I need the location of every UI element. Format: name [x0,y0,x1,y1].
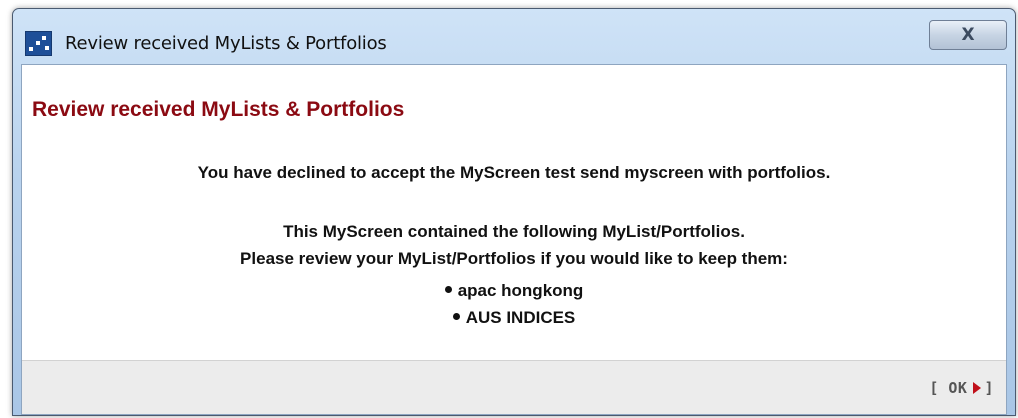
review-message: Please review your MyList/Portfolios if … [240,249,788,268]
title-bar[interactable]: Review received MyLists & Portfolios X [13,9,1015,65]
bullet-icon [452,313,460,321]
dialog-body: Review received MyLists & Portfolios You… [21,64,1007,415]
portfolio-list: apac hongkong AUS INDICES [22,277,1006,331]
ok-button[interactable]: [ OK] [929,379,994,397]
dialog-window: Review received MyLists & Portfolios X R… [12,8,1016,416]
button-bar: [ OK] [22,360,1006,414]
bullet-icon [444,286,452,294]
app-window-icon [25,31,52,56]
list-item: apac hongkong [22,277,1006,304]
contained-message: This MyScreen contained the following My… [283,222,745,241]
portfolio-name: apac hongkong [457,281,584,300]
ok-label: OK [948,379,968,397]
triangle-right-icon [973,381,982,394]
close-icon: X [961,25,975,45]
portfolio-name: AUS INDICES [465,308,576,327]
declined-message: You have declined to accept the MyScreen… [197,163,831,182]
list-item: AUS INDICES [22,304,1006,331]
dialog-heading: Review received MyLists & Portfolios [32,98,405,121]
ok-bracket-close: ] [984,379,994,397]
message-area: Review received MyLists & Portfolios You… [22,65,1006,360]
window-title: Review received MyLists & Portfolios [65,33,387,54]
close-button[interactable]: X [929,20,1007,50]
ok-bracket-open: [ [929,379,939,397]
